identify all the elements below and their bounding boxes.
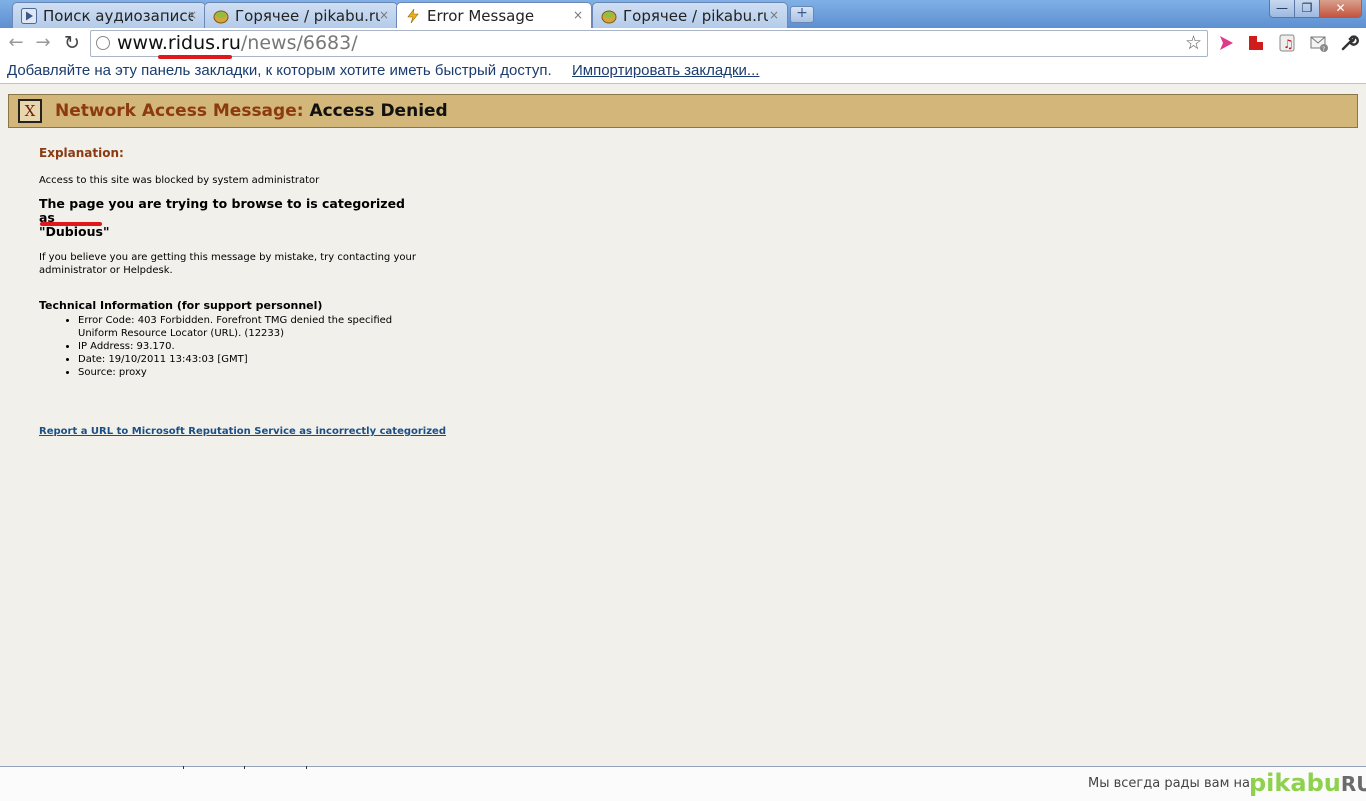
- close-window-button[interactable]: ✕: [1319, 0, 1362, 18]
- explanation-heading: Explanation:: [39, 146, 124, 160]
- forward-icon[interactable]: →: [32, 32, 54, 54]
- highlight-underline-url: [158, 55, 232, 59]
- music-note-icon[interactable]: ♫: [1277, 33, 1297, 53]
- close-icon[interactable]: ×: [573, 8, 583, 22]
- banner-title: Network Access Message: Access Denied: [55, 101, 448, 121]
- tech-info-list: Error Code: 403 Forbidden. Forefront TMG…: [39, 314, 398, 379]
- import-bookmarks-link[interactable]: Импортировать закладки...: [572, 62, 759, 79]
- reload-icon[interactable]: ↻: [61, 32, 83, 54]
- watermark-text: Мы всегда рады вам на: [1088, 776, 1250, 791]
- error-banner: X Network Access Message: Access Denied: [8, 94, 1358, 128]
- new-tab-button[interactable]: +: [790, 6, 814, 23]
- mistake-text: If you believe you are getting this mess…: [39, 252, 416, 276]
- banner-label: Network Access Message:: [55, 101, 304, 121]
- address-bar[interactable]: www.ridus.ru/news/6683/ ☆: [90, 30, 1208, 57]
- close-icon[interactable]: ×: [769, 8, 779, 22]
- back-icon[interactable]: ←: [5, 32, 27, 54]
- close-icon[interactable]: ×: [187, 8, 197, 22]
- tab-title: Горячее / pikabu.ru: [623, 7, 768, 25]
- category-value: "Dubious": [39, 224, 110, 239]
- play-extension-icon[interactable]: [1216, 33, 1236, 53]
- list-item: Date: 19/10/2011 13:43:03 [GMT]: [78, 353, 398, 366]
- mail-icon[interactable]: ?: [1309, 33, 1329, 53]
- banner-value: Access Denied: [309, 101, 448, 121]
- blocked-text: Access to this site was blocked by syste…: [39, 175, 320, 186]
- tab-audio-search[interactable]: Поиск аудиозаписей ×: [12, 2, 206, 28]
- logo-text: pikabu: [1249, 769, 1341, 797]
- warning-icon: [407, 8, 419, 24]
- bookmark-star-icon[interactable]: ☆: [1185, 32, 1202, 54]
- bookmarks-prompt: Добавляйте на эту панель закладки, к кот…: [7, 62, 552, 79]
- minimize-button[interactable]: —: [1269, 0, 1295, 18]
- report-url-link[interactable]: Report a URL to Microsoft Reputation Ser…: [39, 426, 446, 437]
- pikabu-logo: pikabuRU: [1249, 769, 1366, 797]
- tab-title: Поиск аудиозаписей: [43, 7, 193, 25]
- list-item: IP Address: 93.170.: [78, 340, 398, 353]
- close-icon[interactable]: ×: [379, 8, 389, 22]
- tab-pikabu-2[interactable]: Горячее / pikabu.ru ×: [592, 2, 788, 28]
- bookmark-extension-icon[interactable]: [1246, 33, 1266, 53]
- divider: [183, 766, 307, 769]
- pikabu-icon: [601, 10, 617, 24]
- list-item: Error Code: 403 Forbidden. Forefront TMG…: [78, 314, 398, 340]
- url-path: /news/6683/: [240, 32, 358, 54]
- category-sentence: The page you are trying to browse to is …: [39, 196, 406, 225]
- category-text: The page you are trying to browse to is …: [39, 197, 419, 239]
- highlight-underline-dubious: [40, 222, 102, 226]
- close-x-icon: X: [18, 99, 42, 123]
- error-content: Explanation: Access to this site was blo…: [39, 146, 419, 277]
- url-domain: www.ridus.ru: [117, 32, 241, 54]
- svg-text:♫: ♫: [1283, 37, 1294, 51]
- tab-title: Error Message: [427, 7, 535, 25]
- bookmarks-bar: Добавляйте на эту панель закладки, к кот…: [0, 60, 1366, 84]
- play-icon: [21, 8, 37, 24]
- pikabu-icon: [213, 10, 229, 24]
- tab-strip: Поиск аудиозаписей × Горячее / pikabu.ru…: [0, 0, 1366, 29]
- globe-icon: [96, 36, 110, 50]
- url-text[interactable]: www.ridus.ru/news/6683/: [117, 32, 358, 54]
- list-item: Source: proxy: [78, 366, 398, 379]
- tab-pikabu-1[interactable]: Горячее / pikabu.ru ×: [204, 2, 398, 28]
- wrench-icon[interactable]: [1339, 33, 1359, 53]
- svg-text:?: ?: [1322, 46, 1325, 53]
- logo-suffix: RU: [1340, 772, 1366, 796]
- tech-info-heading: Technical Information (for support perso…: [39, 299, 323, 312]
- tab-error-message[interactable]: Error Message ×: [396, 2, 592, 29]
- tab-title: Горячее / pikabu.ru: [235, 7, 380, 25]
- maximize-button[interactable]: ❐: [1294, 0, 1320, 18]
